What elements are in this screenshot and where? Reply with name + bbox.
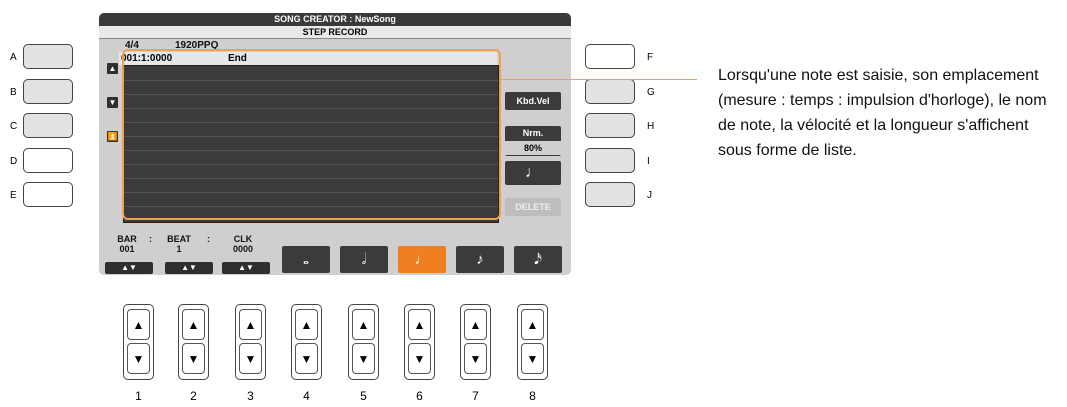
- physical-label-1: 1: [135, 389, 142, 403]
- button-h[interactable]: [585, 113, 635, 138]
- down-arrow-button-5[interactable]: ▼: [352, 343, 375, 374]
- button-a[interactable]: [23, 44, 73, 69]
- side-label-d: D: [10, 156, 18, 167]
- physical-label-5: 5: [360, 389, 367, 403]
- screen-title: SONG CREATOR : NewSong: [99, 13, 571, 26]
- side-label-b: B: [10, 87, 17, 98]
- clk-label: CLK: [233, 234, 253, 244]
- down-arrow-button-7[interactable]: ▼: [464, 343, 487, 374]
- button-f[interactable]: [585, 44, 635, 69]
- sixteenth-note-button[interactable]: 𝅘𝅥𝅯: [514, 246, 562, 273]
- eighth-note-button[interactable]: ♪: [456, 246, 504, 273]
- up-arrow-button-6[interactable]: ▲: [408, 309, 431, 340]
- down-arrow-button-3[interactable]: ▼: [239, 343, 262, 374]
- button-j[interactable]: [585, 182, 635, 207]
- up-arrow-button-5[interactable]: ▲: [352, 309, 375, 340]
- down-arrow-button-8[interactable]: ▼: [521, 343, 544, 374]
- button-i[interactable]: [585, 148, 635, 173]
- clk-arrow-button[interactable]: ▲▼: [222, 262, 270, 274]
- physical-label-6: 6: [416, 389, 423, 403]
- physical-label-2: 2: [190, 389, 197, 403]
- button-e[interactable]: [23, 182, 73, 207]
- side-label-f: F: [647, 52, 654, 63]
- quarter-note-button[interactable]: ♩: [398, 246, 446, 273]
- physical-button-4: ▲ ▼: [291, 304, 322, 380]
- physical-button-1: ▲ ▼: [123, 304, 154, 380]
- physical-label-7: 7: [472, 389, 479, 403]
- down-arrow-button-4[interactable]: ▼: [295, 343, 318, 374]
- callout-text: Lorsqu'une note est saisie, son emplacem…: [718, 67, 1047, 159]
- clk-value: 0000: [232, 244, 254, 254]
- physical-button-8: ▲ ▼: [517, 304, 548, 380]
- side-label-e: E: [10, 190, 17, 201]
- down-arrow-button-1[interactable]: ▼: [127, 343, 150, 374]
- side-label-c: C: [10, 121, 18, 132]
- physical-button-7: ▲ ▼: [460, 304, 491, 380]
- physical-button-2: ▲ ▼: [178, 304, 209, 380]
- physical-label-3: 3: [247, 389, 254, 403]
- physical-label-8: 8: [529, 389, 536, 403]
- up-arrow-button-8[interactable]: ▲: [521, 309, 544, 340]
- button-d[interactable]: [23, 148, 73, 173]
- separator-2: :: [207, 234, 210, 244]
- side-label-j: J: [647, 190, 652, 201]
- physical-button-5: ▲ ▼: [348, 304, 379, 380]
- button-b[interactable]: [23, 79, 73, 104]
- screen-subtitle: STEP RECORD: [99, 26, 571, 39]
- callout-line: [500, 79, 697, 80]
- physical-button-6: ▲ ▼: [404, 304, 435, 380]
- physical-button-3: ▲ ▼: [235, 304, 266, 380]
- up-arrow-button-1[interactable]: ▲: [127, 309, 150, 340]
- velocity-mode: Nrm.: [522, 128, 544, 138]
- velocity-button[interactable]: Nrm. 80%: [504, 126, 562, 156]
- up-arrow-button-4[interactable]: ▲: [295, 309, 318, 340]
- up-arrow-button-3[interactable]: ▲: [239, 309, 262, 340]
- up-arrow-button-7[interactable]: ▲: [464, 309, 487, 340]
- scroll-top-icon[interactable]: ⏫: [107, 131, 118, 142]
- physical-label-4: 4: [303, 389, 310, 403]
- separator-1: :: [149, 234, 152, 244]
- scroll-up-icon[interactable]: ▲: [107, 63, 118, 74]
- bar-arrow-button[interactable]: ▲▼: [105, 262, 153, 274]
- half-note-button[interactable]: 𝅗𝅥: [340, 246, 388, 273]
- delete-button[interactable]: DELETE: [505, 198, 561, 216]
- up-arrow-button-2[interactable]: ▲: [182, 309, 205, 340]
- note-length-button[interactable]: ♩: [505, 161, 561, 185]
- beat-label: BEAT: [167, 234, 191, 244]
- side-label-g: G: [647, 87, 655, 98]
- scroll-down-icon[interactable]: ▼: [107, 97, 118, 108]
- down-arrow-button-6[interactable]: ▼: [408, 343, 431, 374]
- side-label-h: H: [647, 121, 655, 132]
- whole-note-button[interactable]: 𝅝: [282, 246, 330, 273]
- list-highlight: [122, 49, 501, 220]
- down-arrow-button-2[interactable]: ▼: [182, 343, 205, 374]
- kbd-vel-button[interactable]: Kbd.Vel: [505, 92, 561, 110]
- bottom-fields: BAR 001 : BEAT 1 : CLK 0000 ▲▼ ▲▼ ▲▼ 𝅝 𝅗…: [99, 232, 571, 275]
- beat-value: 1: [176, 244, 182, 254]
- bar-label: BAR: [117, 234, 137, 244]
- bar-value: 001: [119, 244, 135, 254]
- button-g[interactable]: [585, 79, 635, 104]
- velocity-percent: 80%: [504, 141, 562, 155]
- beat-arrow-button[interactable]: ▲▼: [165, 262, 213, 274]
- side-label-a: A: [10, 52, 17, 63]
- side-label-i: I: [647, 156, 650, 167]
- button-c[interactable]: [23, 113, 73, 138]
